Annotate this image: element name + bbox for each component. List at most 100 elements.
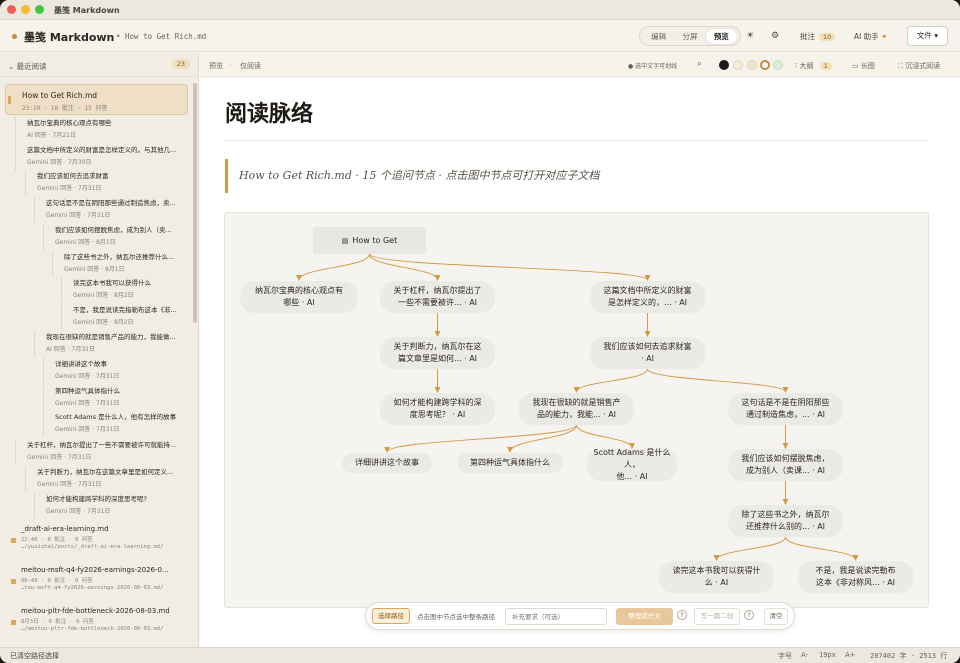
graph-node-line2: 度思考呢？ · AI	[409, 410, 466, 419]
thread-indent-line	[34, 493, 35, 519]
path-hint: 点击图中节点选中整条路径	[417, 613, 495, 621]
zoom-window-button[interactable]	[35, 5, 44, 14]
current-doc-title: • How to Get Rich.md	[116, 32, 207, 41]
theme-swatch-cream[interactable]	[733, 60, 743, 70]
thread-item[interactable]: 这篇文档中所定义的财富是怎样定义的。与其他几... Gemini 回答 · 7月3…	[0, 144, 193, 170]
graph-edge	[647, 368, 789, 393]
graph-node[interactable]: 纳瓦尔宝典的核心观点有 哪些 · AI	[240, 281, 358, 313]
doc-title: meitou-msft-q4-fy2026-earnings-2026-0...	[21, 566, 169, 574]
mode-preview-tab[interactable]: 预览	[705, 28, 737, 44]
doc-marker-icon	[11, 579, 16, 584]
graph-node[interactable]: 详细讲讲这个故事	[342, 453, 432, 473]
ai-assistant-label: AI 助手	[854, 32, 879, 41]
recent-doc-item[interactable]: meitou-msft-q4-fy2026-earnings-2026-0...…	[0, 566, 193, 591]
graph-root-node[interactable]: ▤ How to Get	[313, 227, 426, 254]
graph-node[interactable]: 读完这本书我可以获得什么 · AI	[659, 561, 774, 593]
thread-indent-line	[25, 466, 26, 492]
app-window: 墨笺 Markdown 墨笺 Markdown • How to Get Ric…	[0, 0, 960, 663]
close-window-button[interactable]	[7, 5, 16, 14]
mode-split-tab[interactable]: 分屏	[674, 29, 705, 44]
recent-reading-header[interactable]: ⌄ 最近阅读 23	[0, 53, 198, 77]
graph-node-line2: 一些不需要被许... · AI	[397, 298, 478, 307]
immersive-button[interactable]: ⛶ 沉浸式阅读	[898, 61, 940, 71]
graph-node[interactable]: 我们应该如何摆脱焦虑， 成为别人（卖课... · AI	[728, 449, 843, 481]
long-image-button[interactable]: ▭ 长图	[852, 61, 875, 71]
sidebar-scrollbar[interactable]	[193, 83, 197, 323]
thread-item[interactable]: 不是，我是说读完指勒布这本《非... Gemini 回答 · 8月2日	[0, 304, 193, 330]
graph-node[interactable]: Scott Adams 是什么人， 他... · AI	[587, 448, 677, 481]
thread-item[interactable]: 如何才能构建跨学科的深度思考呢? Gemini 回答 · 7月31日	[0, 493, 193, 519]
font-size-value: 19px	[819, 651, 836, 659]
status-message: 已清空路径选择	[10, 652, 59, 660]
graph-node[interactable]: 如何才能构建跨学科的深 度思考呢？ · AI	[380, 393, 495, 425]
graph-node-line1: 不是，我是说读完勒布	[815, 566, 896, 575]
outline-button[interactable]: ⁝ 大纲 1	[795, 61, 832, 71]
section-label-text: 最近阅读	[16, 62, 47, 71]
minimize-window-button[interactable]	[21, 5, 30, 14]
theme-swatch-paper[interactable]	[747, 60, 757, 70]
thread-item[interactable]: 详细讲讲这个故事 Gemini 回答 · 7月31日	[0, 358, 193, 384]
search-icon[interactable]: ⌕	[697, 59, 702, 69]
graph-node-line1: 关于判断力，纳瓦尔在这	[393, 342, 482, 351]
graph-node-line2: 篇文章里是如何... · AI	[397, 354, 478, 363]
help-icon[interactable]: ?	[677, 610, 687, 620]
thread-title: 如何才能构建跨学科的深度思考呢?	[46, 495, 147, 503]
graph-node[interactable]: 除了这些书之外，纳瓦尔 还推荐什么别的... · AI	[728, 505, 843, 537]
doc-marker-icon	[11, 538, 16, 543]
thread-item[interactable]: Scott Adams 是什么人，他有怎样的故事 Gemini 回答 · 7月31…	[0, 411, 193, 437]
thread-meta: Gemini 回答 · 8月1日	[64, 266, 125, 273]
theme-swatch-white[interactable]	[760, 60, 770, 70]
thread-item[interactable]: 我们应该如何摆脱焦虑，成为别人（卖... Gemini 回答 · 8月1日	[0, 224, 193, 250]
recent-doc-item[interactable]: _draft-ai-era-learning.md 22:40 · 0 批注 · …	[0, 525, 193, 550]
recent-reading-label: ⌄ 最近阅读	[8, 62, 47, 71]
graph-node[interactable]: 这篇文档中所定义的财富 是怎样定义的，... · AI	[590, 281, 705, 313]
extra-requirements-input[interactable]	[505, 608, 607, 625]
sun-icon[interactable]: ☀	[746, 31, 754, 41]
selected-doc-title: How to Get Rich.md	[22, 91, 98, 100]
thread-meta: Gemini 回答 · 7月31日	[55, 426, 120, 433]
generate-article-button[interactable]: 整理成长文	[616, 608, 673, 625]
thread-indent-line	[52, 251, 53, 277]
graph-node-line2: 品的能力，我能... · AI	[536, 410, 617, 419]
graph-node-line1: 纳瓦尔宝典的核心观点有	[255, 286, 343, 295]
help-icon-2[interactable]: ?	[744, 610, 754, 620]
graph-node-line1: Scott Adams 是什么人，	[593, 448, 671, 469]
thread-item[interactable]: 关于判断力，纳瓦尔在这篇文章里是如何定义... Gemini 回答 · 7月31日	[0, 466, 193, 492]
graph-node-line1: 我们应该如何去追求财富	[603, 342, 692, 351]
thread-item[interactable]: 我现在很缺的就是销售产品的能力，我能做... AI 回答 · 7月31日	[0, 331, 193, 357]
graph-node[interactable]: 关于杠杆，纳瓦尔提出了 一些不需要被许... · AI	[380, 281, 495, 313]
thread-indent-line	[43, 224, 44, 250]
file-menu-button[interactable]: 文件 ▾	[907, 26, 948, 46]
theme-swatch-green[interactable]	[773, 60, 783, 70]
recent-doc-item[interactable]: meitou-pltr-fde-bottleneck-2026-08-03.md…	[0, 607, 193, 632]
font-decrease-button[interactable]: A-	[801, 651, 808, 659]
graph-node-line1: 我现在很缺的就是销售产	[532, 398, 621, 407]
gear-icon[interactable]: ⚙	[771, 31, 779, 41]
mode-edit-tab[interactable]: 编辑	[643, 29, 674, 44]
thread-item[interactable]: 我们应该如何去追求财富 Gemini 回答 · 7月31日	[0, 170, 193, 196]
select-path-button[interactable]: 选择路径	[372, 608, 410, 624]
thread-item[interactable]: 纳瓦尔宝典的核心观点有哪些 AI 回答 · 7月21日	[0, 117, 193, 143]
selected-doc-item[interactable]: How to Get Rich.md 23:19 · 10 批注 · 15 问答	[5, 84, 188, 115]
write-remix-button[interactable]: 写一篇二创	[694, 608, 740, 625]
graph-node[interactable]: 不是，我是说读完勒布 这本《非对称风... · AI	[798, 561, 913, 593]
thread-item[interactable]: 关于杠杆，纳瓦尔提出了一些不需要被许可就能持... Gemini 回答 · 7月3…	[0, 439, 193, 465]
thread-item[interactable]: 这句话是不是在阴阳那些通过制造焦虑，卖... Gemini 回答 · 7月31日	[0, 197, 193, 223]
notes-button[interactable]: 批注 10	[800, 31, 836, 42]
thread-title: 除了这些书之外，纳瓦尔还推荐什么...	[64, 253, 175, 261]
thread-title: 这篇文档中所定义的财富是怎样定义的。与其他几...	[27, 146, 177, 154]
thread-item[interactable]: 读完这本书我可以获得什么 Gemini 回答 · 8月2日	[0, 277, 193, 303]
thread-item[interactable]: 除了这些书之外，纳瓦尔还推荐什么... Gemini 回答 · 8月1日	[0, 251, 193, 277]
thread-indent-line	[61, 304, 62, 330]
ai-assistant-button[interactable]: AI 助手 ✦	[854, 31, 887, 42]
clear-button[interactable]: 清空	[764, 608, 788, 625]
thread-title: 关于判断力，纳瓦尔在这篇文章里是如何定义...	[37, 468, 174, 476]
thread-item[interactable]: 第四种运气具体指什么 Gemini 回答 · 7月31日	[0, 385, 193, 411]
graph-node[interactable]: 我现在很缺的就是销售产 品的能力，我能... · AI	[519, 393, 634, 425]
graph-node[interactable]: 第四种运气具体指什么	[457, 453, 563, 473]
graph-node[interactable]: 关于判断力，纳瓦尔在这 篇文章里是如何... · AI	[380, 337, 495, 369]
font-increase-button[interactable]: A+	[845, 651, 856, 659]
theme-swatch-dark[interactable]	[719, 60, 729, 70]
graph-node[interactable]: 我们应该如何去追求财富 · AI	[590, 337, 705, 369]
graph-node[interactable]: 这句话是不是在阴阳那些 通过制造焦虑，... · AI	[728, 393, 843, 425]
